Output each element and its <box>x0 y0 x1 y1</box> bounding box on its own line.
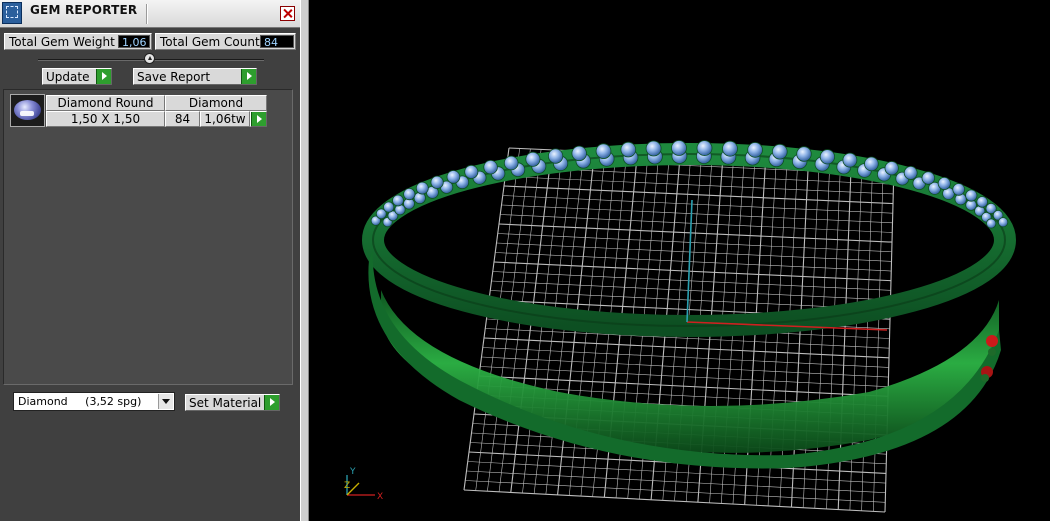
gem-stone <box>819 149 836 165</box>
total-gem-count-value: 84 <box>260 35 294 49</box>
gem-stone <box>595 143 612 160</box>
gem-report-list <box>3 89 293 385</box>
axis-triad-icon: X Y Z <box>344 467 383 502</box>
app-icon <box>2 2 22 24</box>
gem-stone <box>383 201 395 213</box>
set-material-button[interactable]: Set Material <box>185 394 280 411</box>
gem-shape-header: Diamond Round <box>46 95 165 111</box>
gem-stone <box>796 146 812 162</box>
gem-stone <box>446 170 461 184</box>
save-report-button[interactable]: Save Report <box>133 68 257 85</box>
gem-stone <box>952 183 965 196</box>
gem-stone <box>937 176 951 190</box>
gem-row-select-button[interactable] <box>250 111 267 127</box>
gem-stone <box>671 140 687 156</box>
update-button[interactable]: Update <box>42 68 112 85</box>
round-gem-icon[interactable] <box>10 94 45 127</box>
title-separator <box>146 4 148 24</box>
grid-line <box>481 356 889 378</box>
save-report-button-label: Save Report <box>137 70 211 84</box>
gem-stone <box>864 156 879 172</box>
gem-stone <box>503 155 519 171</box>
panel-splitter[interactable] <box>300 0 309 521</box>
gem-stone <box>884 161 899 176</box>
grid-line <box>482 347 889 368</box>
gem-stone <box>415 181 429 195</box>
total-gem-weight-value: 1,06 <box>118 35 150 49</box>
gem-stone <box>571 145 587 162</box>
gem-stone <box>903 165 918 180</box>
gem-reporter-panel: GEM REPORTER Total Gem Weight 1,06 Total… <box>0 0 300 521</box>
grid-line <box>466 470 886 494</box>
material-select[interactable]: Diamond (3,52 spg) <box>13 392 175 411</box>
title-bar: GEM REPORTER <box>0 0 300 28</box>
gem-stone <box>976 196 988 208</box>
gem-stone <box>645 140 662 157</box>
grid-line <box>463 489 886 513</box>
viewport-canvas[interactable]: X Y Z <box>309 0 1050 521</box>
total-gem-weight-label: Total Gem Weight <box>9 35 115 49</box>
gem-stone <box>986 218 997 229</box>
total-gem-weight: Total Gem Weight 1,06 <box>4 33 152 50</box>
gem-stone <box>620 141 637 158</box>
gem-weight-cell: 1,06tw <box>200 111 250 127</box>
play-arrow-icon <box>264 395 279 410</box>
gem-stone <box>842 152 858 168</box>
total-gem-count: Total Gem Count 84 <box>155 33 296 50</box>
gem-stone <box>696 140 713 157</box>
gem-stone <box>525 151 541 167</box>
grid-line <box>465 480 886 503</box>
play-arrow-icon <box>251 112 266 126</box>
gem-stone <box>430 175 444 189</box>
grid-line <box>483 337 890 359</box>
play-arrow-icon <box>241 69 256 84</box>
play-arrow-icon <box>96 69 111 84</box>
update-button-label: Update <box>46 70 90 84</box>
3d-viewport[interactable]: X Y Z <box>309 0 1050 521</box>
axis-x-label: X <box>377 492 383 502</box>
gem-count-cell: 84 <box>165 111 200 127</box>
total-gem-count-label: Total Gem Count <box>160 35 260 49</box>
gem-size-cell: 1,50 X 1,50 <box>46 111 165 127</box>
grid-line <box>467 461 886 484</box>
axis-z-label: Z <box>344 481 350 491</box>
gem-stone <box>483 159 498 175</box>
close-icon[interactable] <box>280 6 295 21</box>
gem-stone <box>464 164 479 179</box>
gem-stone <box>921 171 936 185</box>
gem-stone <box>403 188 416 201</box>
gem-stone <box>997 217 1009 228</box>
material-select-value: Diamond (3,52 spg) <box>18 395 142 408</box>
set-material-button-label: Set Material <box>189 396 262 410</box>
gem-stone <box>771 143 788 160</box>
window-title: GEM REPORTER <box>30 3 138 17</box>
gem-stone <box>548 148 564 164</box>
gem-stone <box>747 142 763 158</box>
gem-stone <box>392 194 404 207</box>
y-axis-line <box>686 199 693 323</box>
axis-y-label: Y <box>349 467 356 477</box>
size-slider-handle[interactable] <box>144 53 155 64</box>
grid-line <box>480 366 889 387</box>
gem-stone <box>965 189 978 202</box>
chevron-down-icon[interactable] <box>158 394 173 409</box>
gem-stone <box>722 140 738 157</box>
gem-stone-shape <box>14 100 41 120</box>
gem-material-header: Diamond <box>165 95 267 111</box>
